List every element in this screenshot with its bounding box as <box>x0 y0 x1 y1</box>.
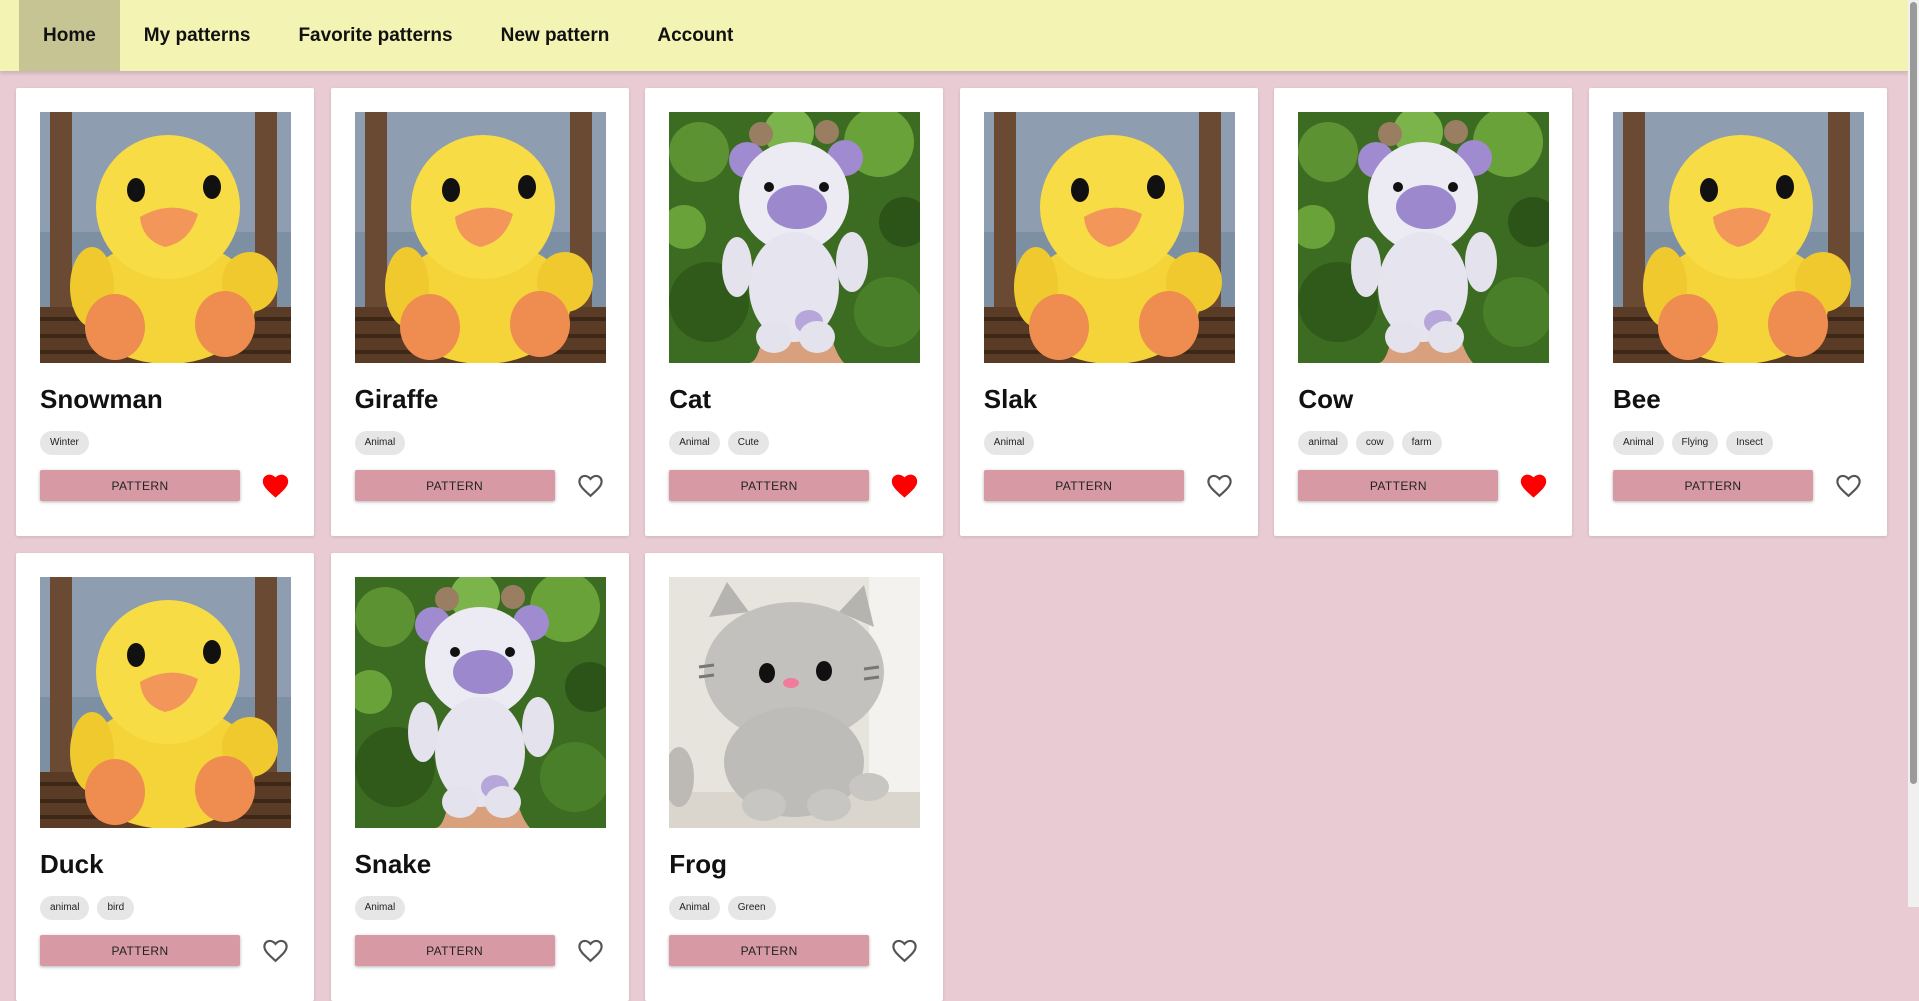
cat-plush-photo[interactable] <box>669 577 921 828</box>
tag-chip: Animal <box>354 431 406 455</box>
card-actions: PATTERN <box>1298 470 1548 501</box>
card-actions: PATTERN <box>1612 470 1863 501</box>
heart-filled-icon[interactable] <box>1519 472 1548 499</box>
pattern-title: Cat <box>669 384 712 414</box>
pattern-card[interactable]: Frog Animal Green PATTERN <box>645 553 944 1001</box>
pattern-title: Giraffe <box>354 384 439 414</box>
pattern-title: Bee <box>1612 384 1661 414</box>
nav-home[interactable]: Home <box>19 0 120 71</box>
pattern-title: Slak <box>983 384 1038 414</box>
tag-list: Animal <box>354 431 605 455</box>
tag-chip: Winter <box>40 431 89 455</box>
pattern-button[interactable]: PATTERN <box>1612 470 1813 501</box>
nav-favorite-patterns[interactable]: Favorite patterns <box>274 0 476 71</box>
pattern-title: Duck <box>40 849 104 879</box>
nav-account[interactable]: Account <box>633 0 757 71</box>
pattern-title: Snake <box>354 849 432 879</box>
pattern-button[interactable]: PATTERN <box>354 470 555 501</box>
pattern-button[interactable]: PATTERN <box>354 935 555 966</box>
heart-outline-icon[interactable] <box>1834 472 1863 499</box>
pattern-title: Snowman <box>40 384 163 414</box>
duck-plush-photo[interactable] <box>983 112 1235 363</box>
pattern-card[interactable]: Cow animal cow farm PATTERN <box>1274 88 1573 536</box>
duck-plush-photo[interactable] <box>40 112 291 363</box>
card-actions: PATTERN <box>354 935 605 966</box>
pattern-card[interactable]: Snowman Winter PATTERN <box>16 88 314 536</box>
tag-chip: animal <box>40 896 90 920</box>
scrollbar[interactable] <box>1908 0 1919 907</box>
pattern-card[interactable]: Duck animal bird PATTERN <box>16 553 314 1001</box>
tag-chip: Cute <box>727 431 769 455</box>
heart-filled-icon[interactable] <box>261 472 290 499</box>
card-actions: PATTERN <box>983 470 1234 501</box>
pattern-button[interactable]: PATTERN <box>40 470 240 501</box>
cow-plush-photo[interactable] <box>1298 112 1550 363</box>
pattern-card[interactable]: Giraffe Animal PATTERN <box>330 88 629 536</box>
tag-chip: Flying <box>1671 431 1719 455</box>
heart-outline-icon[interactable] <box>261 937 290 964</box>
heart-outline-icon[interactable] <box>1205 472 1234 499</box>
heart-outline-icon[interactable] <box>890 937 919 964</box>
tag-list: Animal Cute <box>669 431 919 455</box>
card-actions: PATTERN <box>669 935 919 966</box>
tag-list: animal cow farm <box>1298 431 1548 455</box>
tag-list: Animal <box>354 896 605 920</box>
tag-chip: Animal <box>983 431 1035 455</box>
tag-list: Winter <box>40 431 290 455</box>
heart-outline-icon[interactable] <box>576 472 605 499</box>
pattern-card[interactable]: Bee Animal Flying Insect PATTERN <box>1588 88 1887 536</box>
tag-chip: farm <box>1401 431 1442 455</box>
tag-chip: animal <box>1298 431 1348 455</box>
tag-chip: Animal <box>354 896 406 920</box>
nav-new-pattern[interactable]: New pattern <box>477 0 634 71</box>
cow-plush-photo[interactable] <box>669 112 921 363</box>
pattern-grid: Snowman Winter PATTERN Giraffe Animal PATTER… <box>16 88 1887 1001</box>
pattern-title: Cow <box>1298 384 1354 414</box>
tag-list: animal bird <box>40 896 290 920</box>
card-actions: PATTERN <box>40 935 290 966</box>
tag-list: Animal Green <box>669 896 919 920</box>
tag-chip: Animal <box>669 431 720 455</box>
duck-plush-photo[interactable] <box>40 577 291 828</box>
tag-list: Animal Flying Insect <box>1612 431 1863 455</box>
top-nav: Home My patterns Favorite patterns New p… <box>0 0 1908 71</box>
pattern-button[interactable]: PATTERN <box>669 935 870 966</box>
cow-plush-photo[interactable] <box>354 577 606 828</box>
pattern-button[interactable]: PATTERN <box>983 470 1184 501</box>
pattern-card[interactable]: Slak Animal PATTERN <box>959 88 1258 536</box>
pattern-button[interactable]: PATTERN <box>669 470 870 501</box>
duck-plush-photo[interactable] <box>1612 112 1864 363</box>
pattern-button[interactable]: PATTERN <box>1298 470 1499 501</box>
tag-chip: bird <box>97 896 135 920</box>
tag-chip: Animal <box>1612 431 1664 455</box>
tag-chip: cow <box>1355 431 1394 455</box>
tag-chip: Insect <box>1726 431 1773 455</box>
duck-plush-photo[interactable] <box>354 112 606 363</box>
card-actions: PATTERN <box>40 470 290 501</box>
heart-outline-icon[interactable] <box>576 937 605 964</box>
tag-chip: Green <box>727 896 776 920</box>
pattern-title: Frog <box>669 849 727 879</box>
card-actions: PATTERN <box>354 470 605 501</box>
heart-filled-icon[interactable] <box>890 472 919 499</box>
tag-list: Animal <box>983 431 1234 455</box>
scrollbar-thumb[interactable] <box>1910 2 1917 784</box>
pattern-button[interactable]: PATTERN <box>40 935 240 966</box>
pattern-card[interactable]: Snake Animal PATTERN <box>330 553 629 1001</box>
tag-chip: Animal <box>669 896 720 920</box>
nav-my-patterns[interactable]: My patterns <box>120 0 275 71</box>
pattern-card[interactable]: Cat Animal Cute PATTERN <box>645 88 944 536</box>
card-actions: PATTERN <box>669 470 919 501</box>
